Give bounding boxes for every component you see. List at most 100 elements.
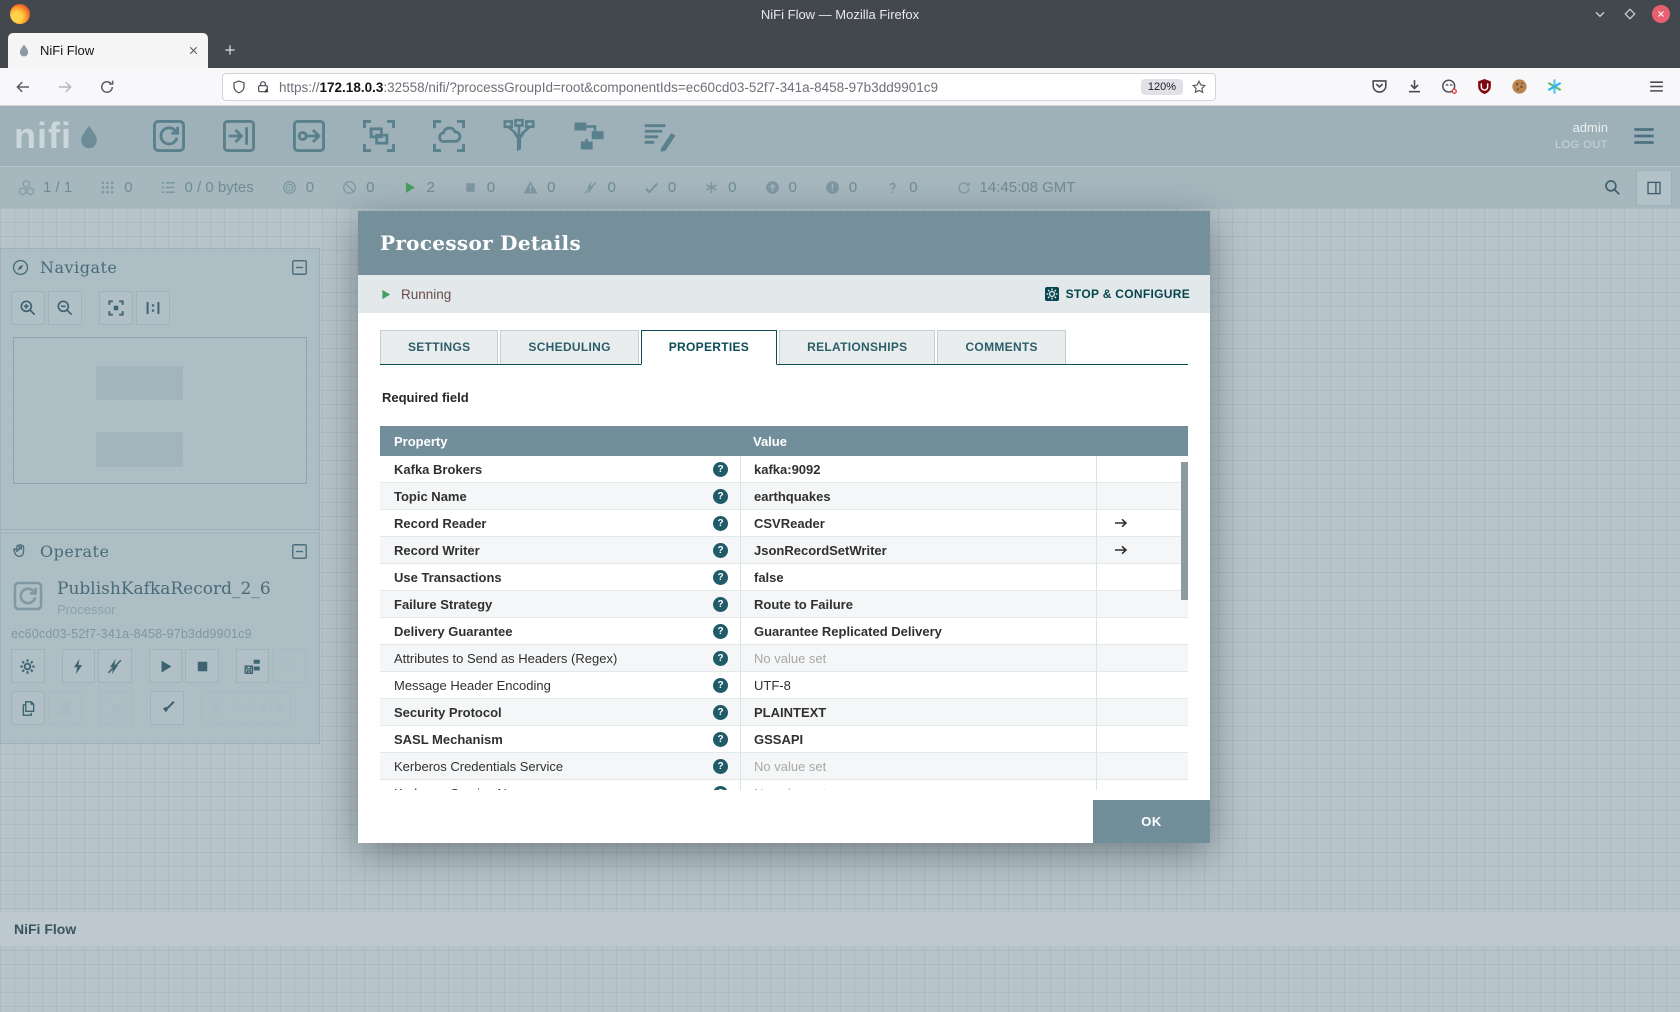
disable-button[interactable]: [98, 649, 132, 683]
property-help-icon[interactable]: ?: [713, 461, 728, 477]
property-help-icon[interactable]: ?: [713, 677, 728, 693]
flow-minimap[interactable]: [13, 337, 307, 484]
minimap-processor: [95, 432, 184, 468]
tab-comments[interactable]: COMMENTS: [937, 330, 1066, 364]
operate-buttons-row1: [11, 649, 309, 683]
property-row[interactable]: Kerberos Credentials Service? No value se…: [380, 753, 1188, 780]
toolbar-process-group[interactable]: [360, 117, 400, 155]
new-tab-button[interactable]: [218, 38, 242, 62]
breadcrumb-root[interactable]: NiFi Flow: [14, 921, 76, 937]
property-help-icon[interactable]: ?: [713, 488, 728, 504]
collapse-operate-icon[interactable]: [290, 542, 309, 561]
change-color-button[interactable]: [150, 691, 184, 725]
copy-button[interactable]: [11, 691, 45, 725]
start-button[interactable]: [148, 649, 183, 683]
stop-configure-gear-icon: [1044, 286, 1060, 302]
bulletin-panel-button[interactable]: [1636, 169, 1672, 206]
downloads-button[interactable]: [1405, 77, 1424, 96]
property-row[interactable]: Attributes to Send as Headers (Regex)? No…: [380, 645, 1188, 672]
paste-icon: [56, 699, 75, 718]
toolbar-funnel[interactable]: [500, 117, 540, 155]
connection-lock-icon[interactable]: [255, 79, 271, 95]
refresh-icon[interactable]: [956, 180, 972, 196]
tab-relationships[interactable]: RELATIONSHIPS: [779, 330, 936, 364]
property-row[interactable]: Record Writer? JsonRecordSetWriter: [380, 537, 1188, 564]
tab-close-icon[interactable]: [187, 44, 200, 57]
goto-service-icon[interactable]: [1113, 515, 1129, 531]
property-row[interactable]: Use Transactions? false: [380, 564, 1188, 591]
browser-menu-icon[interactable]: [1647, 77, 1666, 96]
collapse-navigate-icon[interactable]: [290, 258, 309, 277]
toolbar-input-port[interactable]: [220, 117, 260, 155]
property-row[interactable]: Failure Strategy? Route to Failure: [380, 591, 1188, 618]
create-template-button[interactable]: [235, 649, 270, 683]
property-help-icon[interactable]: ?: [713, 515, 728, 531]
property-help-icon[interactable]: ?: [713, 596, 728, 612]
property-help-icon[interactable]: ?: [713, 569, 728, 585]
property-row[interactable]: Kerberos Service Name? No value set: [380, 780, 1188, 790]
toolbar-output-port[interactable]: [290, 117, 330, 155]
global-menu-icon[interactable]: [1630, 123, 1658, 149]
property-help-icon[interactable]: ?: [713, 542, 728, 558]
search-icon[interactable]: [1603, 178, 1622, 197]
tracking-shield-icon[interactable]: [231, 79, 247, 95]
configure-button[interactable]: [11, 649, 45, 683]
bookmark-star-icon[interactable]: [1191, 79, 1207, 95]
browser-tab[interactable]: NiFi Flow: [8, 33, 208, 68]
toolbar-processor[interactable]: [150, 117, 190, 155]
nifi-favicon-icon: [16, 43, 32, 59]
window-maximize-icon[interactable]: [1622, 6, 1638, 22]
goto-service-icon[interactable]: [1113, 542, 1129, 558]
property-row[interactable]: Kafka Brokers? kafka:9092: [380, 456, 1188, 483]
ok-button[interactable]: OK: [1093, 800, 1210, 843]
page-zoom-badge[interactable]: 120%: [1140, 79, 1183, 95]
property-help-icon[interactable]: ?: [713, 785, 728, 790]
toolbar-remote-process-group[interactable]: [430, 117, 470, 155]
property-help-icon[interactable]: ?: [713, 623, 728, 639]
privacy-mask-button[interactable]: [1440, 77, 1459, 96]
property-row[interactable]: SASL Mechanism? GSSAPI: [380, 726, 1188, 753]
window-close-button[interactable]: [1652, 5, 1670, 23]
zoom-out-button[interactable]: [48, 291, 82, 325]
run-status-label: Running: [401, 286, 452, 302]
tab-settings[interactable]: SETTINGS: [380, 330, 499, 364]
property-row[interactable]: Topic Name? earthquakes: [380, 483, 1188, 510]
property-name: Use Transactions: [394, 569, 502, 585]
window-minimize-icon[interactable]: [1592, 6, 1608, 22]
enable-button[interactable]: [61, 649, 96, 683]
property-help-icon[interactable]: ?: [713, 650, 728, 666]
stop-button[interactable]: [185, 649, 219, 683]
operate-title: Operate: [40, 541, 110, 561]
property-help-icon[interactable]: ?: [713, 758, 728, 774]
properties-table-body: Kafka Brokers? kafka:9092 Topic Name? earth…: [380, 456, 1188, 790]
table-scrollbar-thumb[interactable]: [1181, 462, 1188, 600]
ublock-origin-button[interactable]: [1475, 77, 1494, 96]
toolbar-label[interactable]: [640, 117, 680, 155]
url-bar[interactable]: https://172.18.0.3:32558/nifi/?processGr…: [222, 73, 1216, 101]
zoom-in-button[interactable]: [11, 291, 45, 325]
breadcrumb: NiFi Flow: [0, 912, 1680, 946]
cluster-icon: [18, 179, 35, 196]
toolbar-template[interactable]: [570, 117, 610, 155]
property-row[interactable]: Record Reader? CSVReader: [380, 510, 1188, 537]
color-asterisk-button[interactable]: [1545, 77, 1564, 96]
logout-link[interactable]: LOG OUT: [1555, 139, 1608, 151]
tab-properties[interactable]: PROPERTIES: [640, 330, 778, 365]
property-column-header: Property: [394, 433, 448, 449]
property-help-icon[interactable]: ?: [713, 704, 728, 720]
sync-failure-icon: [884, 179, 901, 196]
reload-icon[interactable]: [98, 78, 116, 96]
tab-scheduling[interactable]: SCHEDULING: [500, 330, 639, 364]
property-row[interactable]: Message Header Encoding? UTF-8: [380, 672, 1188, 699]
property-row[interactable]: Delivery Guarantee? Guarantee Replicated …: [380, 618, 1188, 645]
status-disabled-count: 0: [607, 179, 616, 196]
stop-and-configure-button[interactable]: STOP & CONFIGURE: [1044, 286, 1190, 302]
pocket-button[interactable]: [1370, 77, 1389, 96]
back-icon[interactable]: [14, 78, 32, 96]
property-row[interactable]: Security Protocol? PLAINTEXT: [380, 699, 1188, 726]
zoom-actual-button[interactable]: [136, 291, 170, 325]
zoom-actual-icon: [143, 298, 163, 318]
property-help-icon[interactable]: ?: [713, 731, 728, 747]
zoom-fit-button[interactable]: [99, 291, 133, 325]
cookie-manager-button[interactable]: [1510, 77, 1529, 96]
